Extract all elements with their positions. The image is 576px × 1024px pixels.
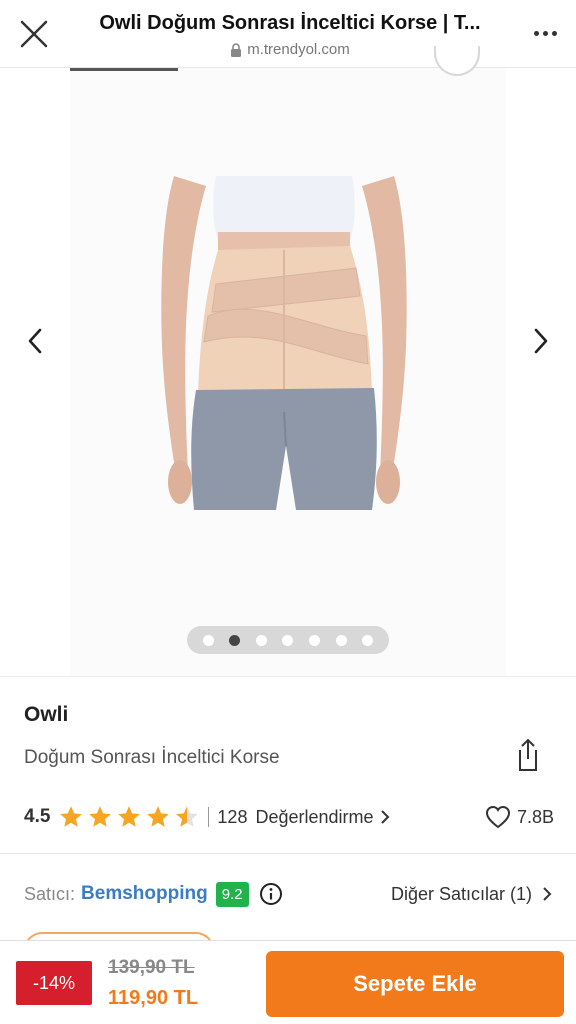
gallery-dot[interactable] (255, 634, 267, 646)
more-dot-icon (542, 30, 548, 36)
favorite-count: 7.8B (516, 806, 554, 827)
seller-row: Satıcı: Bemshopping 9.2 Diğer Satıcılar … (24, 878, 552, 910)
chevron-right-icon (534, 328, 548, 354)
seller-name-link[interactable]: Bemshopping (81, 883, 208, 905)
gallery-dot[interactable] (282, 634, 294, 646)
more-dot-icon (551, 30, 557, 36)
browser-top-bar: Owli Doğum Sonrası İnceltici Korse | T..… (0, 0, 576, 68)
other-sellers-label: Diğer Satıcılar (1) (390, 883, 532, 904)
add-to-cart-button[interactable]: Sepete Ekle (266, 951, 564, 1017)
star-icon (89, 806, 112, 827)
more-dot-icon (533, 30, 539, 36)
product-brand[interactable]: Owli (24, 703, 68, 727)
rating-stars (58, 804, 200, 830)
chevron-right-icon (380, 810, 389, 824)
discount-badge: -14% (16, 961, 92, 1005)
star-icon (176, 806, 199, 827)
gallery-dot[interactable] (229, 634, 241, 646)
chevron-left-icon (28, 328, 42, 354)
star-icon (147, 806, 170, 827)
page-title: Owli Doğum Sonrası İnceltici Korse | T..… (99, 12, 481, 34)
rating-value: 4.5 (24, 806, 51, 827)
info-icon[interactable] (259, 882, 283, 906)
product-name: Doğum Sonrası İnceltici Korse (24, 747, 280, 768)
star-icon (118, 806, 141, 827)
gallery-dot[interactable] (309, 634, 321, 646)
url-text: m.trendyol.com (247, 41, 350, 58)
heart-icon (485, 805, 510, 829)
close-icon (20, 20, 48, 48)
gallery-pagination (187, 626, 389, 654)
close-button[interactable] (14, 14, 54, 54)
favorite-button[interactable]: 7.8B (485, 805, 554, 829)
product-gallery[interactable] (0, 46, 576, 676)
chevron-right-icon (543, 887, 552, 901)
current-price: 119,90 TL (108, 987, 199, 1009)
rating-row: 4.5 128 Değerlendirme 7.8B (24, 803, 554, 831)
gallery-dot[interactable] (202, 634, 214, 646)
seller-label: Satıcı: (24, 883, 76, 904)
purchase-bar: -14% 139,90 TL 119,90 TL Sepete Ekle (0, 940, 576, 1024)
gallery-dot[interactable] (362, 634, 374, 646)
product-info: Owli Doğum Sonrası İnceltici Korse 4.5 1… (0, 676, 576, 854)
seller-section: Satıcı: Bemshopping 9.2 Diğer Satıcılar … (0, 854, 576, 962)
more-options-button[interactable] (528, 18, 562, 48)
reviews-link[interactable]: Değerlendirme (255, 807, 373, 828)
seller-score-badge: 9.2 (215, 881, 249, 907)
lock-icon (231, 42, 242, 57)
share-button[interactable] (510, 737, 542, 773)
gallery-dot[interactable] (335, 634, 347, 646)
gallery-scroll-indicator (70, 68, 178, 71)
share-icon (519, 738, 537, 771)
product-image[interactable] (156, 176, 412, 510)
old-price: 139,90 TL (108, 957, 195, 978)
other-sellers-link[interactable]: Diğer Satıcılar (1) (391, 884, 552, 905)
gallery-prev-button[interactable] (20, 326, 50, 356)
divider (208, 807, 210, 827)
star-icon (60, 806, 83, 827)
gallery-image-area[interactable] (70, 68, 506, 676)
review-count[interactable]: 128 (217, 807, 247, 828)
gallery-next-button[interactable] (526, 326, 556, 356)
